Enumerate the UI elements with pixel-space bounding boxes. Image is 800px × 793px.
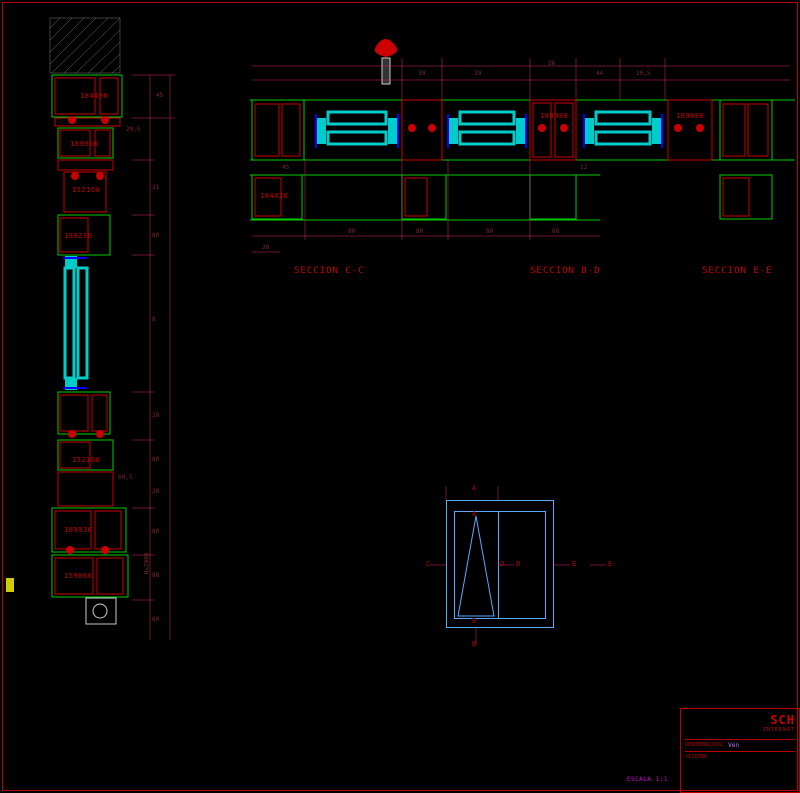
dimension: 80: [152, 456, 159, 463]
part-number: 184400: [80, 92, 108, 100]
dimension: 56: [548, 60, 555, 67]
dimension: 20,5: [636, 70, 650, 77]
part-number: 159060: [64, 572, 92, 580]
section-label-cc: SECCION C-C: [294, 266, 365, 276]
dimension: 80: [348, 228, 355, 235]
dimension: 28: [152, 412, 159, 419]
dimension: 28: [262, 244, 269, 251]
dimension: 39: [418, 70, 425, 77]
dimension: 60: [152, 616, 159, 623]
dimension: 80: [152, 232, 159, 239]
part-number: 152160: [72, 456, 100, 464]
field-label: DENOMINACION:: [685, 742, 724, 749]
part-number: 189060: [70, 140, 98, 148]
part-number: 152160: [72, 186, 100, 194]
part-number: 184420: [260, 192, 288, 200]
section-label-dd: SECCION D-D: [530, 266, 601, 276]
dimension: 80: [486, 228, 493, 235]
key-label: B: [472, 617, 476, 625]
key-label: C: [426, 560, 430, 568]
key-label: D: [500, 560, 504, 568]
key-label: A: [472, 484, 476, 492]
part-number: 189930: [64, 526, 92, 534]
drawing-frame: [2, 2, 798, 791]
dimension: 60,5: [118, 474, 132, 481]
dimension: 29,5: [126, 126, 140, 133]
dimension: 80: [152, 528, 159, 535]
part-number: 189080: [540, 112, 568, 120]
dimension: 39: [474, 70, 481, 77]
key-label: E: [608, 560, 612, 568]
dimension: 8: [152, 316, 156, 323]
key-label: B: [472, 640, 476, 648]
dimension: 44: [596, 70, 603, 77]
logo-text: SCH: [685, 713, 795, 727]
dimension: 88: [152, 572, 159, 579]
axis-dimension: H=2000: [143, 553, 150, 575]
dimension: 45: [282, 164, 289, 171]
field-value: Ven: [728, 742, 739, 749]
title-block: SCH INTERNAT DENOMINACION: Ven SISTEMA:: [680, 708, 800, 793]
section-label-ee: SECCION E-E: [702, 266, 773, 276]
dimension: 45: [156, 92, 163, 99]
field-label: SISTEMA:: [685, 754, 709, 760]
dimension: 68: [552, 228, 559, 235]
key-label: E: [572, 560, 576, 568]
dimension: 12: [580, 164, 587, 171]
part-number: 189080: [676, 112, 704, 120]
part-number: 189230: [64, 232, 92, 240]
scale-note: ESCALA 1:1: [627, 776, 668, 783]
logo-sub: INTERNAT: [685, 727, 795, 733]
key-label: D: [516, 560, 520, 568]
key-elevation-sash-right: [498, 511, 546, 619]
key-label: A: [472, 510, 476, 518]
dimension: 21: [152, 184, 159, 191]
dimension: 80: [416, 228, 423, 235]
dimension: 28: [152, 488, 159, 495]
key-elevation-sash-left: [454, 511, 498, 619]
